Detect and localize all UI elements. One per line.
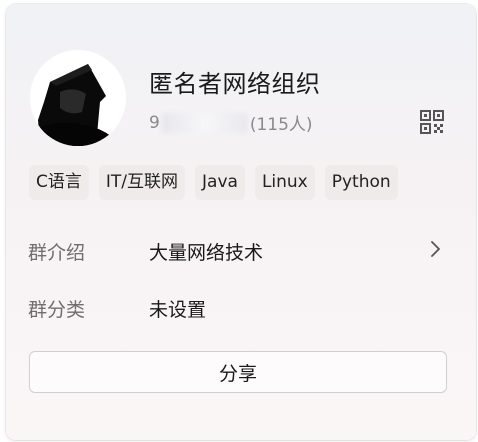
tag-item[interactable]: C语言 (29, 165, 89, 200)
group-id-row: 9 (115人) (149, 110, 313, 135)
tag-item[interactable]: IT/互联网 (98, 165, 186, 200)
group-profile-card: 匿名者网络组织 9 (115人) C语言 IT/互联网 Java Linux P… (6, 4, 476, 440)
category-label: 群分类 (28, 299, 86, 321)
tag-item[interactable]: Linux (254, 165, 315, 200)
group-avatar[interactable] (30, 50, 126, 146)
tag-item[interactable]: Python (324, 165, 398, 200)
member-count: (115人) (249, 115, 313, 135)
intro-value: 大量网络技术 (149, 242, 264, 264)
group-id-redacted (161, 112, 248, 133)
category-value: 未设置 (149, 299, 207, 321)
chevron-right-icon[interactable] (428, 240, 442, 258)
tag-item[interactable]: Java (195, 165, 245, 200)
group-name: 匿名者网络组织 (149, 70, 321, 98)
share-button-label: 分享 (218, 362, 257, 385)
intro-label: 群介绍 (28, 242, 86, 264)
tag-list: C语言 IT/互联网 Java Linux Python (29, 165, 398, 200)
share-button[interactable]: 分享 (29, 351, 447, 393)
group-id-prefix: 9 (149, 112, 160, 133)
hooded-figure-icon (30, 50, 126, 146)
qr-code-icon[interactable] (420, 110, 444, 134)
